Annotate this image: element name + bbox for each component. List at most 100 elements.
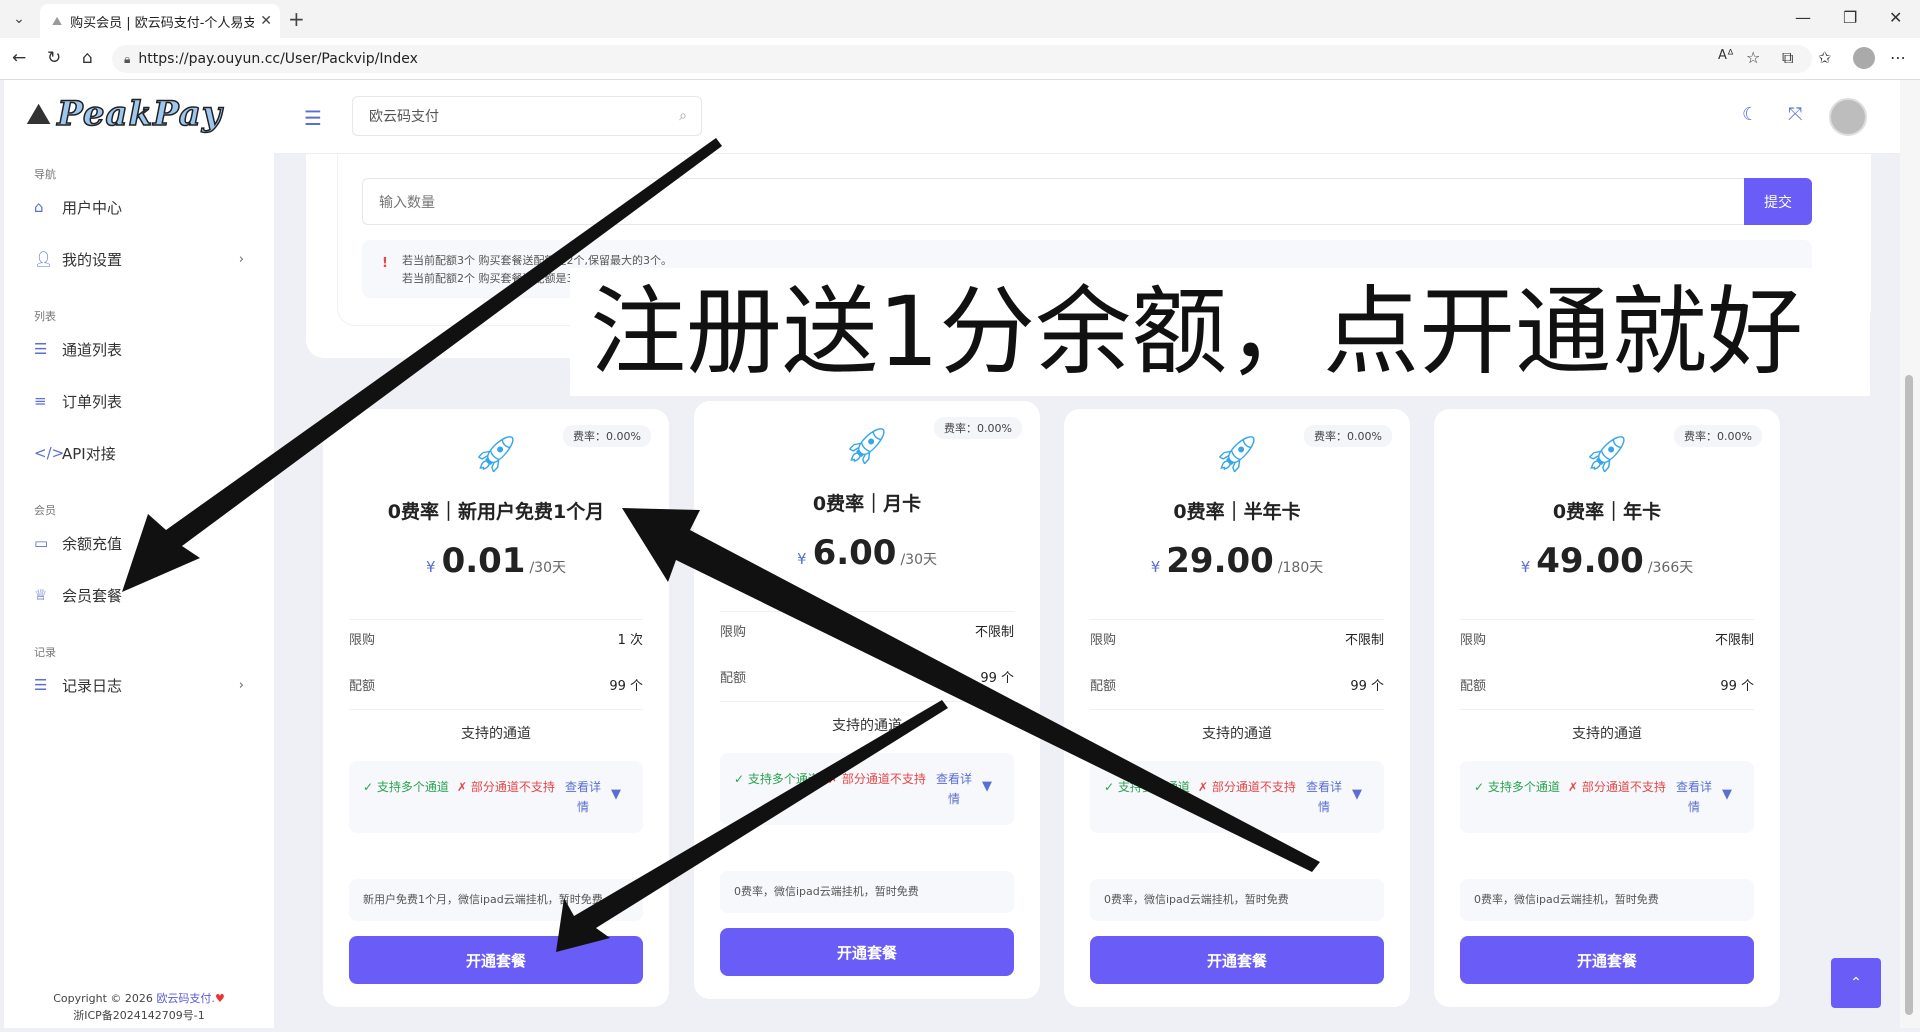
log-icon: ☰: [34, 676, 48, 694]
list-icon: ≡: [34, 392, 47, 410]
wallet-icon: ▭: [34, 534, 49, 552]
subscribe-button[interactable]: 开通套餐: [349, 936, 643, 984]
plan-duration: /366天: [1647, 560, 1694, 576]
back-to-top-button[interactable]: ⌃: [1831, 958, 1881, 1008]
multi-channel-text: ✓ 支持多个通道: [734, 772, 820, 786]
fullscreen-icon[interactable]: ⤧: [1788, 104, 1802, 125]
currency-symbol: ¥: [426, 558, 436, 576]
subscribe-button[interactable]: 开通套餐: [1460, 936, 1754, 984]
sidebar: ⛰ PeakPay 导航 ⌂ 用户中心 👤︎ 我的设置 › 列表 ☰ 通道列表 …: [4, 80, 274, 1028]
view-details-link[interactable]: 查看详情: [1672, 777, 1716, 817]
read-aloud-icon[interactable]: Aᐞ: [1718, 48, 1734, 63]
more-icon[interactable]: ⋯: [1890, 48, 1906, 67]
caret-down-icon[interactable]: ▼: [1722, 785, 1732, 805]
quota-value: 99 个: [1720, 679, 1754, 694]
sidebar-item-user-center[interactable]: ⌂ 用户中心: [34, 194, 244, 220]
user-gear-icon: 👤︎: [34, 250, 54, 268]
sidebar-item-order-list[interactable]: ≡ 订单列表: [34, 388, 244, 414]
channels-title: 支持的通道: [1202, 726, 1272, 742]
sidebar-item-label: 订单列表: [62, 392, 123, 411]
multi-channel-text: ✓ 支持多个通道: [363, 780, 449, 794]
plan-description: 0费率，微信ipad云端挂机，暂时免费: [720, 871, 1014, 913]
sidebar-item-channel-list[interactable]: ☰ 通道列表: [34, 336, 244, 362]
plan-price: 6.00: [812, 533, 897, 573]
limit-label: 限购: [1460, 633, 1487, 648]
currency-symbol: ¥: [1520, 558, 1531, 576]
quota-label: 配额: [720, 671, 747, 686]
quota-label: 配额: [1460, 679, 1487, 694]
extensions-icon[interactable]: ⧉: [1782, 48, 1793, 68]
plan-price: 49.00: [1536, 541, 1644, 581]
tab-close-icon[interactable]: ✕: [260, 13, 272, 29]
profile-icon[interactable]: [1853, 47, 1875, 69]
sidebar-item-label: 记录日志: [62, 676, 123, 695]
back-icon[interactable]: ←: [12, 48, 26, 68]
limit-row: 限购 不限制: [1460, 629, 1754, 649]
channels-box: ✓ 支持多个通道 ✗ 部分通道不支持 查看详情 ▼: [1460, 761, 1754, 833]
view-details-link[interactable]: 查看详情: [561, 777, 605, 817]
restore-icon[interactable]: ❐: [1843, 8, 1857, 27]
quantity-input[interactable]: [362, 178, 1744, 225]
price-row: ¥49.00/366天: [1434, 541, 1780, 581]
sidebar-item-api[interactable]: </> API对接: [34, 440, 244, 466]
limit-label: 限购: [720, 625, 747, 640]
icp-text[interactable]: 浙ICP备2024142709号-1: [4, 1007, 274, 1024]
tab-title: 购买会员 | 欧云码支付-个人易支付: [70, 15, 255, 31]
section-record-title: 记录: [34, 646, 56, 659]
sidebar-item-my-settings[interactable]: 👤︎ 我的设置 ›: [34, 246, 244, 272]
caret-down-icon[interactable]: ▼: [611, 785, 621, 805]
lock-icon: 🔒︎: [124, 51, 131, 66]
subscribe-button[interactable]: 开通套餐: [1090, 936, 1384, 984]
divider: [1090, 619, 1384, 620]
limit-label: 限购: [349, 633, 376, 648]
window-close-icon[interactable]: ✕: [1889, 8, 1902, 27]
plan-duration: /30天: [529, 560, 566, 576]
home-icon[interactable]: ⌂: [82, 48, 93, 68]
new-tab-icon[interactable]: +: [288, 7, 305, 31]
search-input[interactable]: 欧云码支付 ⌕: [352, 96, 702, 136]
favorite-star-icon[interactable]: ☆: [1746, 48, 1760, 67]
limit-value: 不限制: [1714, 633, 1754, 648]
price-row: ¥29.00/180天: [1064, 541, 1410, 581]
partial-channel-text: ✗ 部分通道不支持: [1568, 780, 1666, 794]
divider: [1460, 619, 1754, 620]
limit-value: 不限制: [974, 625, 1014, 640]
submit-button[interactable]: 提交: [1744, 178, 1812, 225]
quota-value: 99 个: [609, 679, 643, 694]
caret-down-icon[interactable]: ▼: [982, 777, 992, 797]
caret-down-icon[interactable]: ▼: [1352, 785, 1362, 805]
sidebar-item-label: 我的设置: [62, 250, 123, 269]
refresh-icon[interactable]: ↻: [47, 48, 61, 68]
quota-row: 配额 99 个: [349, 675, 643, 695]
currency-symbol: ¥: [1150, 558, 1161, 576]
copyright-link[interactable]: 欧云码支付.: [156, 992, 215, 1005]
divider: [1090, 709, 1384, 710]
avatar[interactable]: [1829, 98, 1867, 136]
browser-tab[interactable]: ⛰ 购买会员 | 欧云码支付-个人易支付 ✕: [40, 4, 280, 38]
section-list-title: 列表: [34, 310, 56, 323]
limit-row: 限购 1 次: [349, 629, 643, 649]
channels-box: ✓ 支持多个通道 ✗ 部分通道不支持 查看详情 ▼: [720, 753, 1014, 825]
logo[interactable]: ⛰ PeakPay: [26, 93, 223, 135]
minimize-icon[interactable]: —: [1795, 8, 1811, 27]
subscribe-button[interactable]: 开通套餐: [720, 928, 1014, 976]
sidebar-item-label: 通道列表: [62, 340, 123, 359]
rocket-icon: 🚀︎: [1584, 434, 1630, 475]
menu-toggle-icon[interactable]: ☰: [304, 106, 322, 130]
sidebar-item-recharge[interactable]: ▭ 余额充值: [34, 530, 244, 556]
chevron-right-icon: ›: [238, 677, 244, 693]
search-icon[interactable]: ⌕: [679, 108, 687, 124]
dark-mode-moon-icon[interactable]: ☾: [1742, 104, 1758, 125]
url-field[interactable]: 🔒︎ https://pay.ouyun.cc/User/Packvip/Ind…: [112, 45, 1812, 73]
quota-value: 99 个: [1350, 679, 1384, 694]
tab-list-icon[interactable]: ⌄: [6, 6, 32, 32]
sidebar-item-logs[interactable]: ☰ 记录日志 ›: [34, 672, 244, 698]
server-icon: ☰: [34, 340, 48, 358]
sidebar-item-packages[interactable]: ♕ 会员套餐: [34, 582, 244, 608]
plan-description: 新用户免费1个月，微信ipad云端挂机，暂时免费: [349, 879, 643, 921]
scrollbar-thumb[interactable]: [1905, 375, 1913, 1015]
view-details-link[interactable]: 查看详情: [932, 769, 976, 809]
section-member-title: 会员: [34, 504, 56, 517]
favorites-icon[interactable]: ✩: [1818, 48, 1831, 67]
view-details-link[interactable]: 查看详情: [1302, 777, 1346, 817]
